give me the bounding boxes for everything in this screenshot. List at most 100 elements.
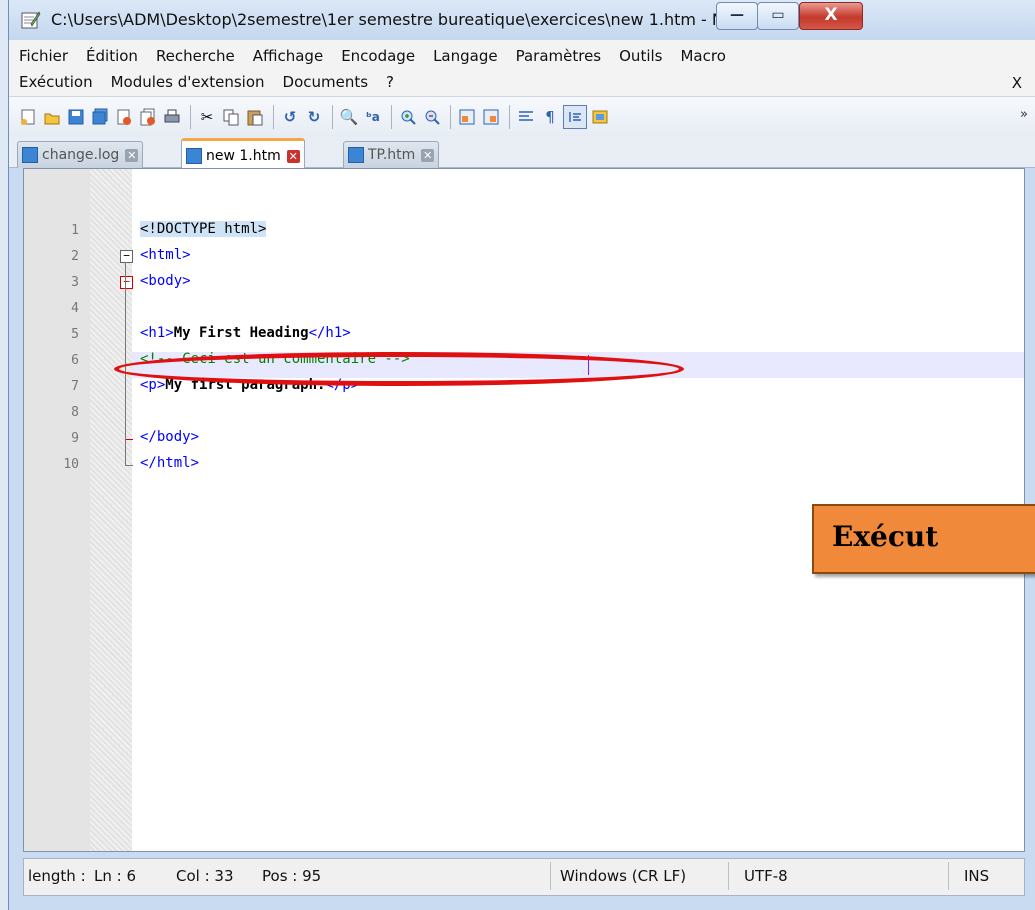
status-column: Col : 33	[176, 867, 234, 885]
window-title: C:\Users\ADM\Desktop\2semestre\1er semes…	[51, 10, 740, 29]
line-number: 10	[63, 457, 79, 472]
tab-close-icon[interactable]: ✕	[421, 148, 435, 162]
undo-icon[interactable]: ↺	[279, 106, 301, 128]
tab-label: new 1.htm	[206, 148, 281, 164]
line-number: 9	[71, 431, 79, 446]
status-eol-format[interactable]: Windows (CR LF)	[560, 867, 686, 885]
menu-outils[interactable]: Outils	[609, 44, 670, 70]
save-all-icon[interactable]	[89, 106, 111, 128]
status-encoding[interactable]: UTF-8	[744, 867, 788, 885]
h1-open-tag: <h1>	[140, 325, 174, 341]
macro-icon[interactable]	[589, 106, 611, 128]
tab-bar: change.log ✕ new 1.htm ✕ TP.htm ✕	[9, 137, 1035, 171]
h1-text: My First Heading	[173, 325, 309, 341]
status-bar: length : Ln : 6 Col : 33 Pos : 95 Window…	[23, 858, 1025, 896]
status-insert-mode[interactable]: INS	[964, 867, 989, 885]
line-number: 5	[71, 327, 79, 342]
fold-end-marker	[125, 465, 133, 466]
notepad-app-icon	[21, 11, 41, 29]
line-number: 3	[71, 275, 79, 290]
maximize-button[interactable]: ▭	[757, 2, 799, 30]
fold-toggle-icon[interactable]: −	[120, 276, 133, 289]
fold-end-marker	[125, 439, 133, 440]
line-number-gutter	[24, 169, 90, 851]
zoom-in-icon[interactable]	[397, 106, 419, 128]
close-document-button[interactable]: X	[1012, 74, 1022, 92]
sync-horizontal-icon[interactable]	[480, 106, 502, 128]
new-file-icon[interactable]	[17, 106, 39, 128]
menu-macro[interactable]: Macro	[670, 44, 733, 70]
tab-label: TP.htm	[368, 147, 416, 163]
close-icon: X	[824, 5, 838, 25]
paste-icon[interactable]	[244, 106, 266, 128]
print-icon[interactable]	[161, 106, 183, 128]
indent-guide-icon[interactable]	[563, 105, 587, 129]
menu-recherche[interactable]: Recherche	[146, 44, 243, 70]
menu-documents[interactable]: Documents	[273, 70, 377, 96]
status-length: length :	[28, 867, 86, 885]
close-file-icon[interactable]	[113, 106, 135, 128]
menu-bar: Fichier Édition Recherche Affichage Enco…	[9, 40, 1035, 96]
execution-label-text: Exécut	[832, 520, 939, 553]
tab-label: change.log	[42, 147, 120, 163]
line-number: 2	[71, 249, 79, 264]
sync-vertical-icon[interactable]	[456, 106, 478, 128]
line-number: 8	[71, 405, 79, 420]
close-all-icon[interactable]	[137, 106, 159, 128]
cut-icon[interactable]: ✂	[196, 106, 218, 128]
menu-affichage[interactable]: Affichage	[243, 44, 331, 70]
h1-close-tag: </h1>	[308, 325, 351, 341]
menu-modules[interactable]: Modules d'extension	[101, 70, 273, 96]
comment-highlight-ellipse	[114, 352, 684, 386]
file-icon	[186, 148, 202, 164]
code-line-10: </html>	[140, 455, 200, 471]
minimize-button[interactable]: —	[716, 2, 758, 30]
minimize-icon: —	[730, 7, 744, 23]
fold-toggle-icon[interactable]: −	[120, 250, 133, 263]
menu-row-2: Exécution Modules d'extension Documents …	[9, 70, 402, 96]
file-icon	[348, 147, 364, 163]
tab-close-icon[interactable]: ✕	[125, 148, 139, 162]
zoom-out-icon[interactable]	[421, 106, 443, 128]
open-file-icon[interactable]	[41, 106, 63, 128]
execution-label-badge: Exécut	[812, 504, 1035, 574]
status-line: Ln : 6	[94, 867, 136, 885]
toolbar-overflow-icon[interactable]: »	[1020, 107, 1028, 122]
notepad-window: C:\Users\ADM\Desktop\2semestre\1er semes…	[8, 0, 1035, 910]
menu-edition[interactable]: Édition	[76, 44, 146, 70]
find-icon[interactable]: 🔍	[338, 106, 360, 128]
code-line-1: <!DOCTYPE html>	[140, 221, 267, 237]
menu-help[interactable]: ?	[376, 70, 402, 96]
code-line-9: </body>	[140, 429, 200, 445]
redo-icon[interactable]: ↻	[303, 106, 325, 128]
code-line-5: <h1>My First Heading</h1>	[140, 325, 351, 341]
show-all-chars-icon[interactable]: ¶	[539, 106, 561, 128]
line-number: 1	[71, 223, 79, 238]
tab-change-log[interactable]: change.log ✕	[17, 141, 144, 168]
code-line-2: <html>	[140, 247, 191, 263]
menu-row-1: Fichier Édition Recherche Affichage Enco…	[9, 44, 734, 70]
tab-tp-htm[interactable]: TP.htm ✕	[343, 141, 440, 168]
menu-encodage[interactable]: Encodage	[331, 44, 423, 70]
word-wrap-icon[interactable]	[515, 106, 537, 128]
tab-close-icon[interactable]: ✕	[286, 149, 300, 163]
save-icon[interactable]	[65, 106, 87, 128]
status-position: Pos : 95	[262, 867, 322, 885]
replace-icon[interactable]: ᵇa	[362, 106, 384, 128]
menu-langage[interactable]: Langage	[423, 44, 506, 70]
doctype-text: <!DOCTYPE html>	[140, 221, 267, 237]
line-number: 4	[71, 301, 79, 316]
file-icon	[22, 147, 38, 163]
line-number: 6	[71, 353, 79, 368]
menu-execution[interactable]: Exécution	[9, 70, 101, 96]
code-line-3: <body>	[140, 273, 191, 289]
line-number: 7	[71, 379, 79, 394]
title-bar[interactable]: C:\Users\ADM\Desktop\2semestre\1er semes…	[9, 0, 1035, 40]
copy-icon[interactable]	[220, 106, 242, 128]
menu-fichier[interactable]: Fichier	[9, 44, 76, 70]
close-window-button[interactable]: X	[799, 2, 863, 30]
menu-parametres[interactable]: Paramètres	[506, 44, 610, 70]
p-open-tag: <p>	[140, 377, 166, 393]
tab-new-1-htm[interactable]: new 1.htm ✕	[181, 138, 305, 171]
toolbar: ✂ ↺ ↻ 🔍 ᵇa ¶ »	[9, 96, 1035, 138]
